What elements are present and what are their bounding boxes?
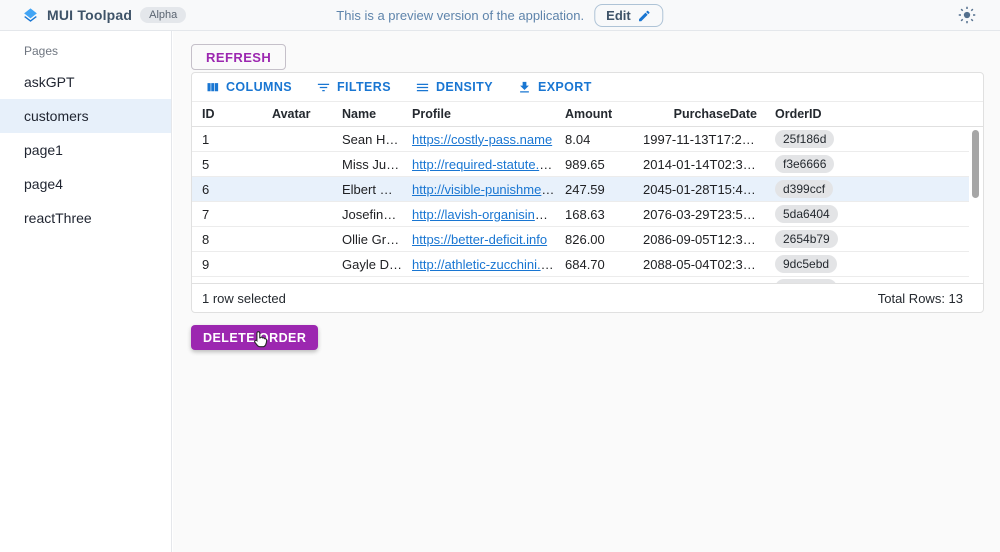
preview-banner-text: This is a preview version of the applica… (336, 8, 584, 23)
cell-name: Ollie Green… (332, 232, 402, 247)
density-button[interactable]: DENSITY (406, 76, 502, 99)
grid-toolbar: COLUMNS FILTERS DENSITY EXPORT (192, 73, 983, 102)
alpha-badge: Alpha (140, 7, 186, 23)
orderid-chip: 9dc5ebd (775, 255, 837, 273)
export-button[interactable]: EXPORT (508, 76, 601, 99)
sidebar-item-label: page4 (24, 176, 63, 192)
cell-id: 8 (192, 232, 262, 247)
table-row[interactable]: 7 Josefina P… http://lavish-organising.n… (192, 202, 969, 227)
profile-link[interactable]: https://costly-pass.name (412, 132, 552, 147)
cell-id: 7 (192, 207, 262, 222)
sidebar-item-label: askGPT (24, 74, 75, 90)
sidebar: Pages askGPT customers page1 page4 react… (0, 31, 172, 552)
cell-amount: 247.59 (555, 182, 643, 197)
cell-purchasedate: 2088-05-04T02:31:03.294Z (643, 257, 765, 272)
app-title: MUI Toolpad (47, 7, 132, 23)
cell-purchasedate: 2076-03-29T23:51:07.968Z (643, 207, 765, 222)
layers-icon (22, 7, 39, 24)
orderid-chip: 5da6404 (775, 205, 838, 223)
sidebar-item-reactthree[interactable]: reactThree (0, 201, 171, 235)
table-row-selected[interactable]: 6 Elbert McL… http://visible-punishment.… (192, 177, 969, 202)
columns-button-label: COLUMNS (226, 80, 292, 94)
orderid-chip: 2654b79 (775, 230, 838, 248)
table-row[interactable]: 8 Ollie Green… https://better-deficit.in… (192, 227, 969, 252)
export-button-label: EXPORT (538, 80, 592, 94)
columns-button[interactable]: COLUMNS (196, 76, 301, 99)
sun-icon (958, 6, 976, 24)
data-grid: COLUMNS FILTERS DENSITY EXPORT (191, 72, 984, 313)
cell-purchasedate: 2014-01-14T02:37:28.536Z (643, 157, 765, 172)
profile-link[interactable]: http://required-statute.org (412, 157, 555, 172)
column-header-profile[interactable]: Profile (402, 107, 555, 121)
cell-amount: 8.04 (555, 132, 643, 147)
cell-amount: 826.00 (555, 232, 643, 247)
cell-name: Gayle Den… (332, 257, 402, 272)
grid-header-row: ID Avatar Name Profile Amount PurchaseDa… (192, 102, 983, 127)
table-row-partial[interactable] (192, 277, 969, 283)
view-columns-icon (205, 80, 220, 95)
sidebar-item-customers[interactable]: customers (0, 99, 171, 133)
profile-link[interactable]: http://lavish-organising.name (412, 207, 555, 222)
column-header-amount[interactable]: Amount (555, 107, 643, 121)
cell-amount: 168.63 (555, 207, 643, 222)
edit-button[interactable]: Edit (594, 4, 664, 27)
total-rows: Total Rows: 13 (878, 291, 963, 306)
orderid-chip (775, 279, 837, 284)
orderid-chip: d399ccf (775, 180, 833, 198)
density-icon (415, 80, 430, 95)
filter-icon (316, 80, 331, 95)
cell-amount: 989.65 (555, 157, 643, 172)
cell-id: 6 (192, 182, 262, 197)
sidebar-item-askgpt[interactable]: askGPT (0, 65, 171, 99)
profile-link[interactable]: https://better-deficit.info (412, 232, 547, 247)
refresh-button[interactable]: REFRESH (191, 44, 286, 70)
cell-purchasedate: 1997-11-13T17:24:11.769Z (643, 132, 765, 147)
delete-order-button[interactable]: DELETE ORDER (191, 325, 318, 350)
sidebar-item-label: reactThree (24, 210, 92, 226)
orderid-chip: f3e6666 (775, 155, 834, 173)
table-row[interactable]: 1 Sean Harris https://costly-pass.name 8… (192, 127, 969, 152)
selection-status: 1 row selected (202, 291, 286, 306)
sidebar-item-label: customers (24, 108, 89, 124)
sidebar-item-page1[interactable]: page1 (0, 133, 171, 167)
cell-id: 9 (192, 257, 262, 272)
cell-id: 1 (192, 132, 262, 147)
profile-link[interactable]: http://visible-punishment.net (412, 182, 555, 197)
main-content: REFRESH COLUMNS FILTERS DENSITY (173, 31, 1000, 552)
cell-purchasedate: 2045-01-28T15:40:06.325Z (643, 182, 765, 197)
column-header-id[interactable]: ID (192, 107, 262, 121)
density-button-label: DENSITY (436, 80, 493, 94)
profile-link[interactable]: http://athletic-zucchini.org (412, 257, 555, 272)
download-icon (517, 80, 532, 95)
grid-body: 1 Sean Harris https://costly-pass.name 8… (192, 127, 983, 283)
edit-button-label: Edit (606, 8, 631, 23)
vertical-scrollbar-thumb[interactable] (972, 130, 979, 198)
filters-button-label: FILTERS (337, 80, 391, 94)
cell-id: 5 (192, 157, 262, 172)
orderid-chip: 25f186d (775, 130, 834, 148)
cell-name: Miss Juan … (332, 157, 402, 172)
column-header-avatar[interactable]: Avatar (262, 107, 332, 121)
cell-name: Sean Harris (332, 132, 402, 147)
cell-amount: 684.70 (555, 257, 643, 272)
table-row[interactable]: 5 Miss Juan … http://required-statute.or… (192, 152, 969, 177)
brand: MUI Toolpad Alpha (22, 7, 186, 24)
table-row[interactable]: 9 Gayle Den… http://athletic-zucchini.or… (192, 252, 969, 277)
cell-purchasedate: 2086-09-05T12:37:27.015Z (643, 232, 765, 247)
filters-button[interactable]: FILTERS (307, 76, 400, 99)
sidebar-item-label: page1 (24, 142, 63, 158)
pencil-icon (638, 9, 652, 23)
column-header-name[interactable]: Name (332, 107, 402, 121)
sidebar-section-label: Pages (0, 31, 171, 65)
grid-footer: 1 row selected Total Rows: 13 (192, 283, 983, 312)
app-header: MUI Toolpad Alpha This is a preview vers… (0, 0, 1000, 31)
cell-name: Elbert McL… (332, 182, 402, 197)
theme-toggle-button[interactable] (956, 4, 978, 26)
column-header-purchasedate[interactable]: PurchaseDate (643, 107, 765, 121)
sidebar-item-page4[interactable]: page4 (0, 167, 171, 201)
column-header-orderid[interactable]: OrderID (765, 107, 983, 121)
cell-name: Josefina P… (332, 207, 402, 222)
